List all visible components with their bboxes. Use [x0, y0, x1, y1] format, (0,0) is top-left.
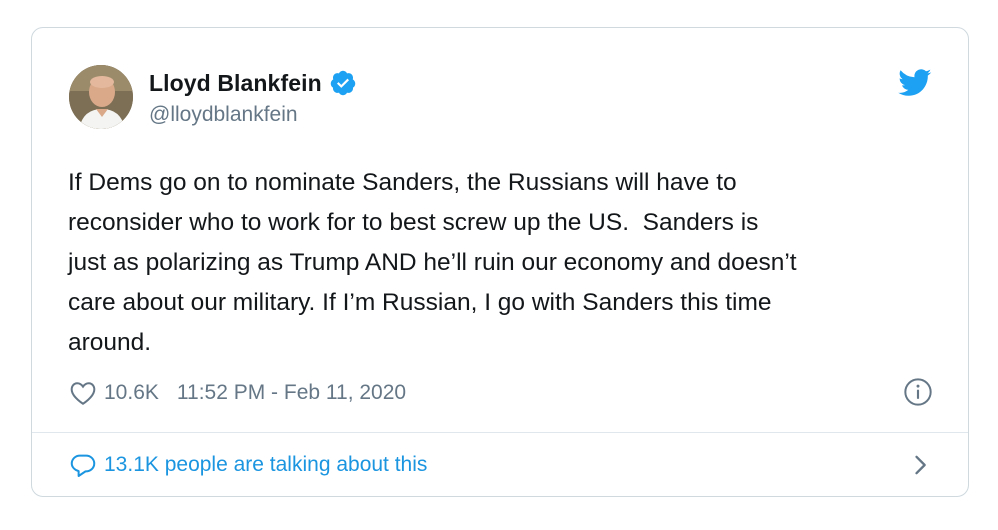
- timestamp[interactable]: 11:52 PM - Feb 11, 2020: [177, 381, 406, 405]
- heart-icon[interactable]: [68, 378, 98, 408]
- author-block: Lloyd Blankfein @lloydblankfein: [149, 68, 357, 127]
- tweet-header: Lloyd Blankfein @lloydblankfein: [32, 28, 968, 138]
- talking-about-text[interactable]: 13.1K people are talking about this: [104, 453, 427, 477]
- reply-bubble-icon: [68, 450, 98, 480]
- tweet-meta: 10.6K 11:52 PM - Feb 11, 2020: [68, 373, 934, 413]
- conversation-link[interactable]: 13.1K people are talking about this: [68, 445, 934, 485]
- like-count[interactable]: 10.6K: [104, 381, 159, 405]
- tweet-card[interactable]: Lloyd Blankfein @lloydblankfein If Dems …: [31, 27, 969, 497]
- info-icon[interactable]: [902, 376, 934, 408]
- twitter-bird-icon[interactable]: [898, 69, 932, 97]
- name-row: Lloyd Blankfein: [149, 68, 357, 98]
- chevron-right-icon[interactable]: [906, 451, 934, 479]
- author-handle[interactable]: @lloydblankfein: [149, 103, 357, 127]
- display-name[interactable]: Lloyd Blankfein: [149, 70, 322, 97]
- avatar[interactable]: [69, 65, 133, 129]
- verified-badge-icon: [329, 69, 357, 97]
- tweet-text: If Dems go on to nominate Sanders, the R…: [68, 169, 797, 356]
- divider: [32, 432, 968, 433]
